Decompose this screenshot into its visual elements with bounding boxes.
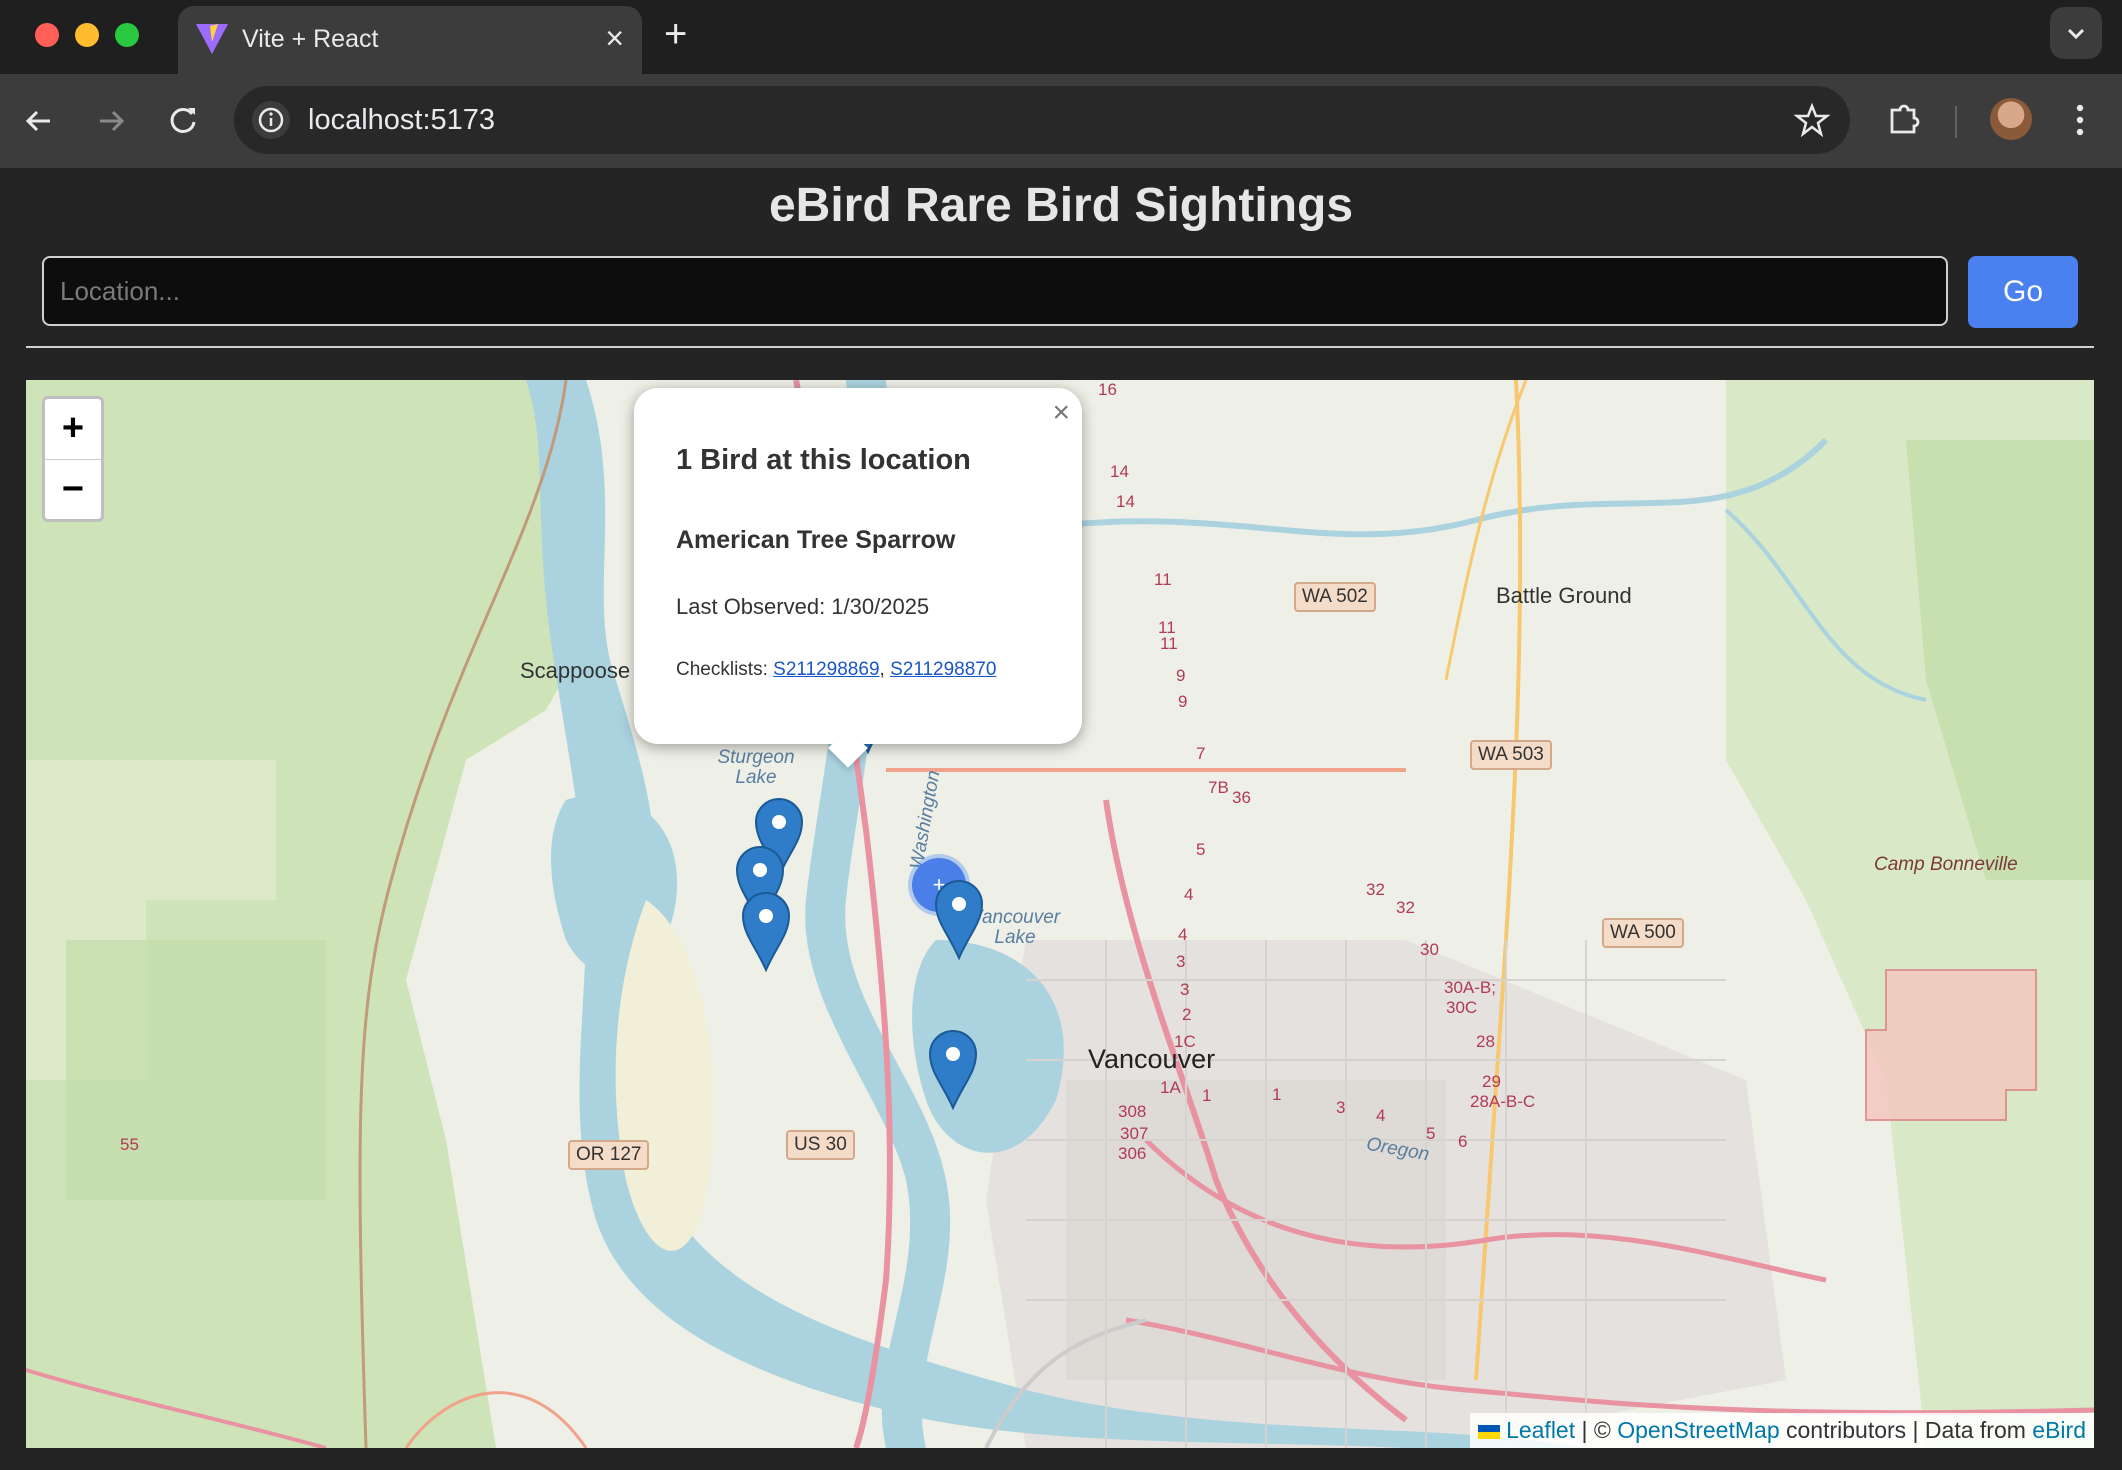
osm-link[interactable]: OpenStreetMap: [1617, 1417, 1779, 1443]
route-number-label: 307: [1120, 1124, 1149, 1143]
route-number-label: 5: [1196, 840, 1206, 859]
zoom-out-button[interactable]: −: [45, 460, 101, 520]
tab-search-button[interactable]: [2050, 7, 2102, 59]
profile-avatar[interactable]: [1990, 98, 2032, 140]
window-close-button[interactable]: [35, 23, 59, 47]
location-input[interactable]: [42, 256, 1948, 326]
checklist-link[interactable]: S211298870: [890, 659, 996, 680]
map-marker-pin[interactable]: [928, 1030, 978, 1110]
new-tab-button[interactable]: +: [664, 12, 687, 56]
attribution-copyright: ©: [1593, 1417, 1611, 1443]
route-number-label: 2: [1182, 1005, 1192, 1024]
popup-species-name: American Tree Sparrow: [676, 526, 956, 554]
route-number-label: 4: [1184, 885, 1194, 904]
route-number-label: 5: [1426, 1124, 1436, 1143]
divider: [26, 346, 2094, 348]
route-number-label: 9: [1178, 692, 1188, 711]
route-number-label: 1: [1202, 1086, 1212, 1105]
zoom-in-button[interactable]: +: [45, 399, 101, 460]
route-number-label: 3: [1180, 980, 1190, 999]
browser-tab[interactable]: Vite + React ×: [178, 6, 642, 74]
forward-arrow-icon[interactable]: [90, 100, 132, 142]
ebird-link[interactable]: eBird: [2032, 1417, 2086, 1443]
map-label-vancouver: Vancouver: [1088, 1044, 1216, 1074]
map-label-battle-ground: Battle Ground: [1496, 583, 1632, 608]
attribution-contributors: contributors | Data from: [1786, 1417, 2026, 1443]
route-number-label: 308: [1118, 1102, 1147, 1121]
route-number-label: 6: [1458, 1132, 1468, 1151]
browser-toolbar: localhost:5173: [0, 74, 2122, 168]
route-number-label: 1C: [1174, 1032, 1196, 1051]
bookmark-star-icon[interactable]: [1794, 102, 1830, 138]
url-text: localhost:5173: [308, 104, 496, 136]
route-number-label: 14: [1110, 462, 1129, 481]
route-number-label: 7B: [1208, 778, 1229, 797]
more-menu-icon[interactable]: [2070, 100, 2090, 140]
popup-checklists: Checklists: S211298869, S211298870: [676, 659, 996, 681]
address-bar[interactable]: localhost:5173: [234, 86, 1850, 154]
leaflet-link[interactable]: Leaflet: [1506, 1417, 1575, 1443]
checklist-link[interactable]: S211298869: [773, 659, 879, 680]
bird-popup: × 1 Bird at this location American Tree …: [634, 388, 1082, 768]
back-arrow-icon[interactable]: [18, 100, 60, 142]
route-shield-wa502: WA 502: [1294, 582, 1376, 612]
route-number-label: 4: [1376, 1106, 1386, 1125]
window-maximize-button[interactable]: [115, 23, 139, 47]
route-number-label: 32: [1396, 898, 1415, 917]
route-number-label: 3: [1336, 1098, 1346, 1117]
ukraine-flag-icon: [1478, 1424, 1501, 1439]
checklists-label: Checklists:: [676, 659, 768, 680]
toolbar-divider: [1955, 106, 1957, 138]
popup-last-observed: Last Observed: 1/30/2025: [676, 594, 930, 619]
zoom-control: + −: [42, 396, 104, 522]
route-number-label: 1: [1272, 1085, 1282, 1104]
route-number-label: 4: [1178, 925, 1188, 944]
page-content: eBird Rare Bird Sightings Go: [0, 168, 2122, 1470]
attribution-separator: |: [1581, 1417, 1588, 1443]
go-button[interactable]: Go: [1968, 256, 2078, 328]
route-number-label: 32: [1366, 880, 1385, 899]
map-marker-pin[interactable]: [741, 892, 791, 972]
route-number-label: 3: [1176, 952, 1186, 971]
page-title: eBird Rare Bird Sightings: [768, 179, 1354, 232]
map-label-scappoose: Scappoose: [520, 658, 631, 683]
window-minimize-button[interactable]: [75, 23, 99, 47]
route-number-label: 28A-B-C: [1470, 1092, 1536, 1111]
route-number-label: 14: [1116, 492, 1135, 511]
route-number-label: 16: [1098, 380, 1117, 399]
popup-close-button[interactable]: ×: [1052, 396, 1070, 430]
map-attribution: Leaflet | © OpenStreetMap contributors |…: [1470, 1413, 2094, 1448]
route-number-label: 30A-B;: [1444, 978, 1496, 997]
route-number-label: 1A: [1160, 1078, 1181, 1097]
route-number-label: 7: [1196, 744, 1206, 763]
map[interactable]: Scappoose Battle Ground Vancouver Sturge…: [26, 380, 2094, 1448]
route-number-label: 306: [1118, 1144, 1147, 1163]
chevron-down-icon: [2067, 28, 2085, 40]
route-shield-wa503: WA 503: [1470, 740, 1552, 770]
route-number-label: 28: [1476, 1032, 1495, 1051]
site-info-icon[interactable]: [252, 101, 290, 139]
map-label-sturgeon-lake: Sturgeon Lake: [717, 747, 795, 788]
route-shield-or127: OR 127: [568, 1140, 650, 1170]
tab-title: Vite + React: [242, 25, 379, 53]
route-number-label: 55: [120, 1135, 139, 1154]
vite-logo-icon: [196, 24, 228, 54]
popup-heading: 1 Bird at this location: [676, 444, 971, 476]
extensions-puzzle-icon[interactable]: [1884, 98, 1924, 138]
browser-tabstrip: Vite + React × +: [0, 0, 2122, 74]
route-shield-us30: US 30: [786, 1130, 855, 1160]
tab-close-button[interactable]: ×: [605, 20, 624, 56]
route-number-label: 30C: [1446, 998, 1478, 1017]
route-number-label: 36: [1232, 788, 1251, 807]
route-number-label: 30: [1420, 940, 1439, 959]
route-number-label: 9: [1176, 666, 1186, 685]
route-number-label: 29: [1482, 1072, 1501, 1091]
route-shield-wa500: WA 500: [1602, 918, 1684, 948]
map-marker-pin[interactable]: [934, 880, 984, 960]
checklist-separator: ,: [879, 659, 885, 680]
route-number-label: 11: [1160, 634, 1178, 653]
route-number-label: 11: [1154, 570, 1172, 589]
reload-icon[interactable]: [162, 100, 204, 142]
map-label-camp-bonneville: Camp Bonneville: [1874, 854, 2018, 875]
